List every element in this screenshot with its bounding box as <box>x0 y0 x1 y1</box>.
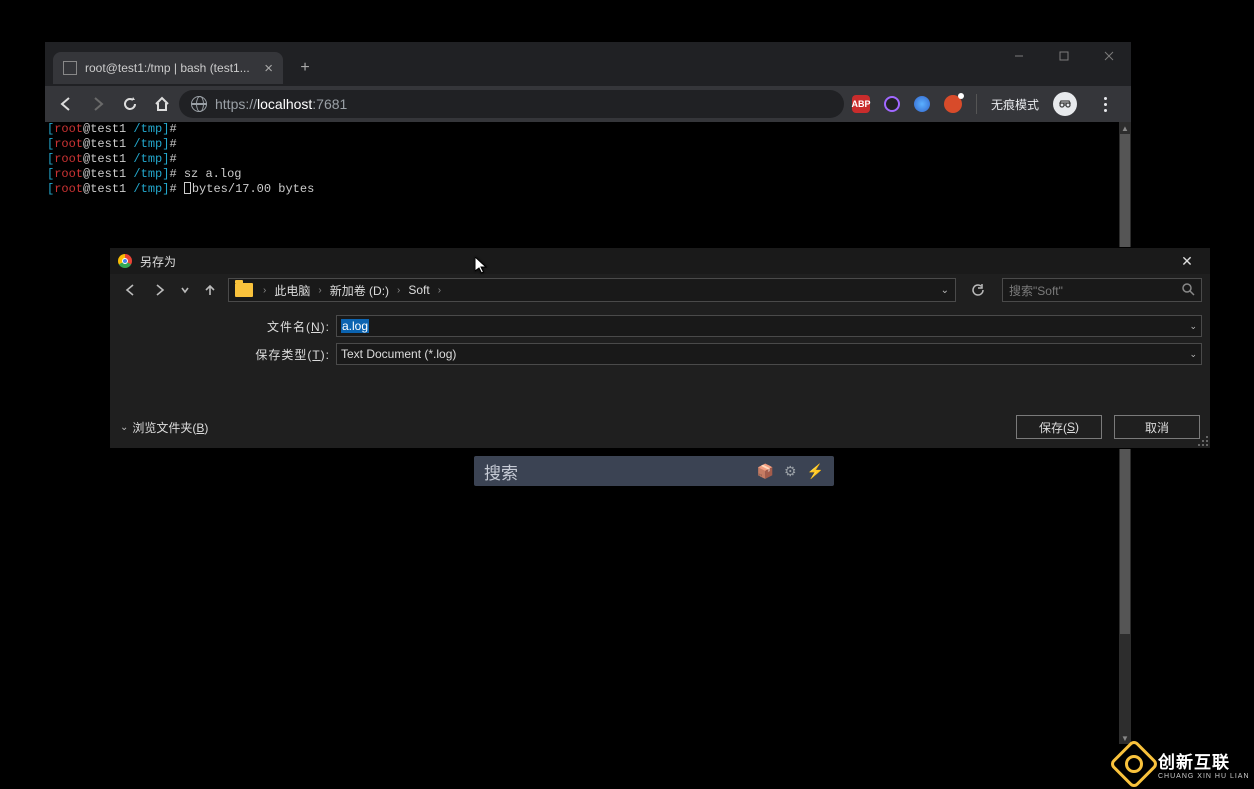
nav-forward-button[interactable] <box>83 89 113 119</box>
folder-icon <box>235 283 253 297</box>
dialog-title: 另存为 <box>140 253 176 270</box>
dialog-forward-button[interactable] <box>148 278 172 302</box>
chevron-right-icon: › <box>393 285 404 296</box>
filetype-select[interactable]: Text Document (*.log) ⌄ <box>336 343 1202 365</box>
save-as-dialog: 另存为 ✕ › 此电脑 › 新加卷 (D:) › Soft › ⌄ 搜索"Sof… <box>110 248 1210 448</box>
dialog-search-input[interactable]: 搜索"Soft" <box>1002 278 1202 302</box>
filename-label: 文件名(N): <box>118 318 336 335</box>
browser-menu-button[interactable] <box>1091 90 1119 118</box>
filetype-label: 保存类型(T): <box>118 346 336 363</box>
tab-strip: root@test1:/tmp | bash (test1... × + <box>45 50 319 86</box>
dialog-close-button[interactable]: ✕ <box>1172 253 1202 270</box>
extension-globe-icon[interactable] <box>914 96 930 112</box>
toolbar-right: ABP 无痕模式 <box>846 90 1125 118</box>
tab-close-button[interactable]: × <box>264 60 273 77</box>
url-text: https://localhost:7681 <box>215 96 347 112</box>
incognito-icon[interactable] <box>1053 92 1077 116</box>
dialog-nav-bar: › 此电脑 › 新加卷 (D:) › Soft › ⌄ 搜索"Soft" <box>110 274 1210 306</box>
filename-input[interactable]: a.log ⌄ <box>336 315 1202 337</box>
floating-search-placeholder: 搜索 <box>484 459 518 484</box>
nav-home-button[interactable] <box>147 89 177 119</box>
extension-circle-icon[interactable] <box>884 96 900 112</box>
watermark-logo: 创新互联 CHUANG XIN HU LIAN <box>1116 739 1254 789</box>
save-button[interactable]: 保存(S) <box>1016 415 1102 439</box>
window-close-button[interactable] <box>1086 42 1131 70</box>
gear-icon[interactable]: ⚙ <box>784 463 797 480</box>
site-info-icon[interactable] <box>191 96 207 112</box>
window-caption <box>996 42 1131 78</box>
filetype-value: Text Document (*.log) <box>341 347 456 361</box>
window-minimize-button[interactable] <box>996 42 1041 70</box>
chevron-right-icon: › <box>314 285 325 296</box>
dialog-recent-dropdown[interactable] <box>178 278 192 302</box>
filename-value: a.log <box>341 319 369 333</box>
chevron-right-icon: › <box>259 285 270 296</box>
chevron-down-icon[interactable]: ⌄ <box>1189 349 1197 360</box>
resize-grip[interactable] <box>1198 436 1208 446</box>
chevron-down-icon[interactable]: ⌄ <box>1189 321 1197 332</box>
breadcrumb-item[interactable]: 新加卷 (D:) <box>326 282 393 299</box>
chevron-right-icon: › <box>434 285 445 296</box>
watermark-text-cn: 创新互联 <box>1158 748 1250 773</box>
watermark-mark-icon <box>1109 739 1160 789</box>
filename-row: 文件名(N): a.log ⌄ <box>110 312 1210 340</box>
search-placeholder: 搜索"Soft" <box>1009 282 1063 299</box>
incognito-label: 无痕模式 <box>991 96 1039 113</box>
tab-title: root@test1:/tmp | bash (test1... <box>85 61 256 75</box>
cancel-button[interactable]: 取消 <box>1114 415 1200 439</box>
dialog-titlebar[interactable]: 另存为 ✕ <box>110 248 1210 274</box>
tab-favicon <box>63 61 77 75</box>
watermark-text-en: CHUANG XIN HU LIAN <box>1158 773 1250 780</box>
breadcrumb-item[interactable]: Soft <box>404 283 433 297</box>
filetype-row: 保存类型(T): Text Document (*.log) ⌄ <box>110 340 1210 368</box>
bolt-icon[interactable]: ⚡ <box>807 463 824 480</box>
floating-search-icons: 📦 ⚙ ⚡ <box>757 463 824 480</box>
breadcrumb-dropdown[interactable]: ⌄ <box>935 285 955 296</box>
floating-search-bar[interactable]: 搜索 📦 ⚙ ⚡ <box>474 456 834 486</box>
extension-weibo-icon[interactable] <box>944 95 962 113</box>
dialog-refresh-button[interactable] <box>966 278 990 302</box>
chrome-logo-icon <box>118 254 132 268</box>
browser-tab[interactable]: root@test1:/tmp | bash (test1... × <box>53 52 283 84</box>
browser-toolbar: https://localhost:7681 ABP 无痕模式 <box>45 86 1131 122</box>
breadcrumb-bar[interactable]: › 此电脑 › 新加卷 (D:) › Soft › ⌄ <box>228 278 956 302</box>
address-bar[interactable]: https://localhost:7681 <box>179 90 844 118</box>
dialog-up-button[interactable] <box>198 278 222 302</box>
new-tab-button[interactable]: + <box>291 54 319 82</box>
dialog-back-button[interactable] <box>118 278 142 302</box>
chevron-down-icon: ⌄ <box>120 422 128 433</box>
nav-reload-button[interactable] <box>115 89 145 119</box>
nav-back-button[interactable] <box>51 89 81 119</box>
browse-folders-toggle[interactable]: ⌄ 浏览文件夹(B) <box>120 419 208 436</box>
breadcrumb-item[interactable]: 此电脑 <box>270 282 314 299</box>
package-icon[interactable]: 📦 <box>757 463 774 480</box>
search-icon <box>1181 282 1195 299</box>
toolbar-divider <box>976 94 977 114</box>
dialog-footer: ⌄ 浏览文件夹(B) 保存(S) 取消 <box>110 406 1210 448</box>
extension-abp-icon[interactable]: ABP <box>852 95 870 113</box>
scroll-up-icon[interactable]: ▲ <box>1119 122 1131 134</box>
window-maximize-button[interactable] <box>1041 42 1086 70</box>
